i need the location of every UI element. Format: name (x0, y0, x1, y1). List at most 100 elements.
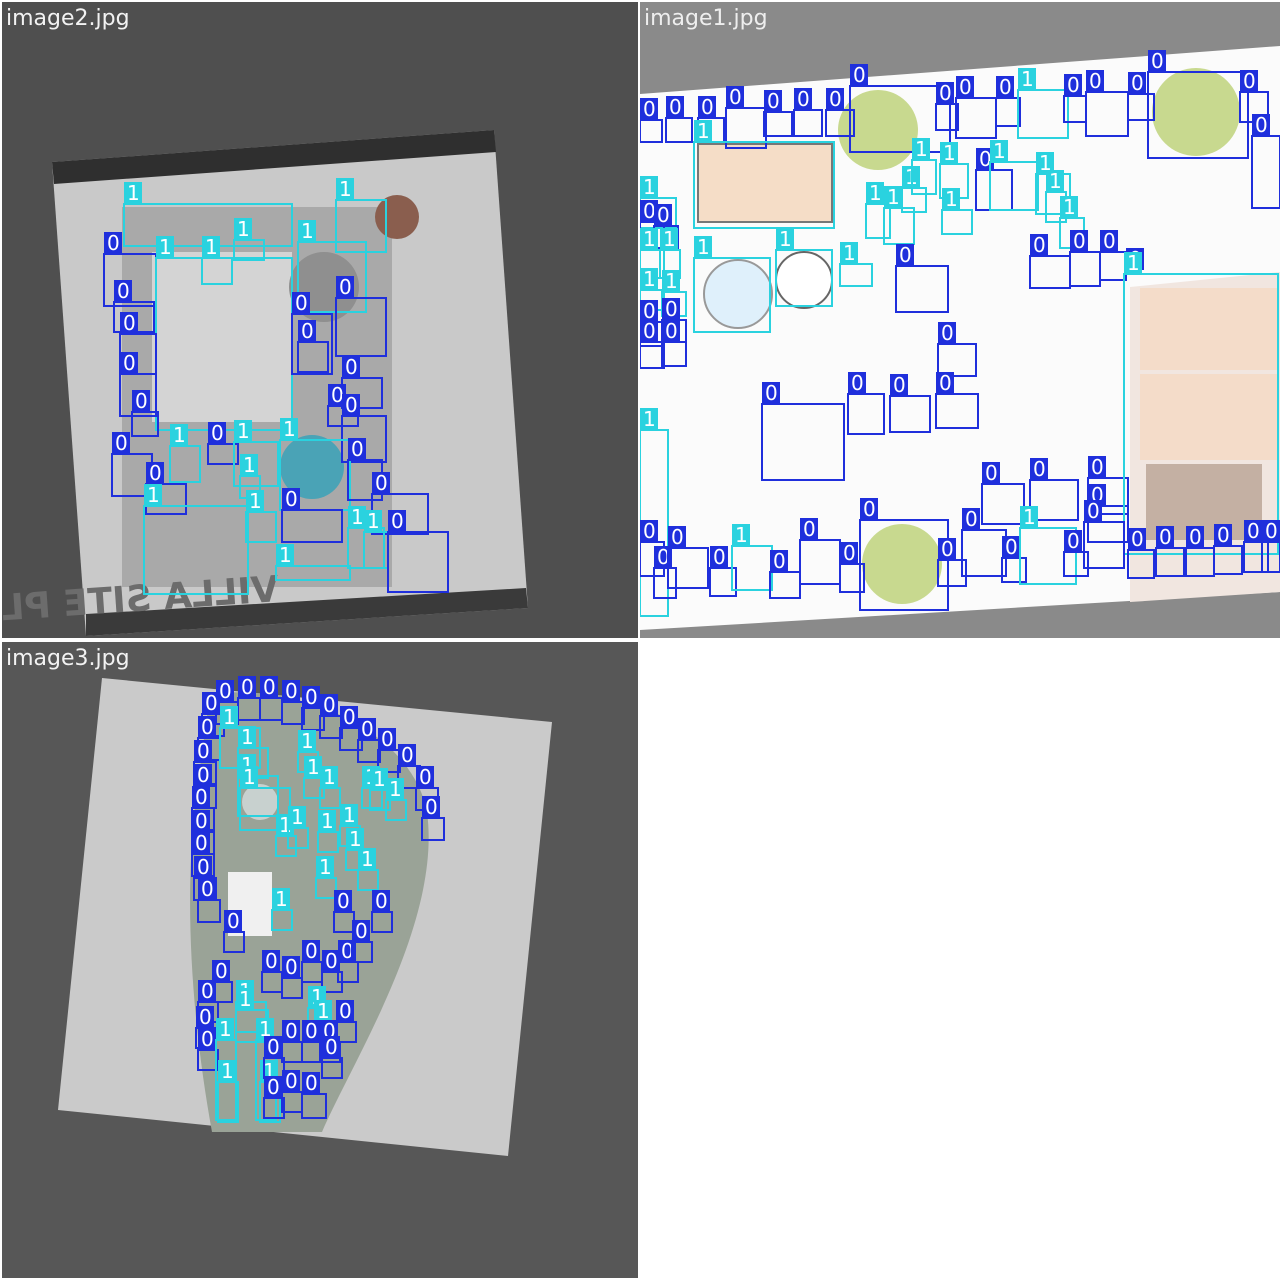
class-label-text: 1 (219, 1017, 232, 1041)
class-label-text: 0 (345, 393, 358, 417)
class-label-text: 1 (1127, 251, 1140, 275)
class-label-text: 0 (1005, 535, 1018, 559)
class-label-text: 1 (173, 423, 186, 447)
class-label-text: 0 (899, 243, 912, 267)
tile-title: image3.jpg (6, 646, 130, 671)
class-label-text: 0 (765, 381, 778, 405)
class-label-text: 1 (159, 235, 172, 259)
class-label-text: 0 (671, 525, 684, 549)
class-label-text: 0 (195, 831, 208, 855)
tile-title: image1.jpg (644, 6, 768, 31)
class-label-text: 0 (339, 999, 352, 1023)
class-label-text: 0 (201, 1027, 214, 1051)
class-label-text: 0 (893, 373, 906, 397)
class-label-text: 0 (1131, 527, 1144, 551)
class-label-text: 0 (345, 355, 358, 379)
class-label-text: 0 (1089, 69, 1102, 93)
class-label-text: 0 (267, 1035, 280, 1059)
class-label-text: 0 (343, 705, 356, 729)
class-label-text: 0 (305, 1019, 318, 1043)
class-label-text: 0 (419, 765, 432, 789)
class-label-text: 0 (959, 75, 972, 99)
class-label-text: 1 (349, 827, 362, 851)
class-label-text: 0 (123, 311, 136, 335)
class-label-text: 1 (237, 419, 250, 443)
class-label-text: 1 (643, 175, 656, 199)
class-label-text: 1 (301, 219, 314, 243)
class-label-text: 1 (389, 777, 402, 801)
class-label-text: 1 (373, 767, 386, 791)
class-label-text: 0 (305, 939, 318, 963)
tile-image2: image2.jpg VILLA SITE PLAN 1101111000000… (2, 2, 638, 638)
class-label-text: 0 (305, 1071, 318, 1095)
class-label-text: 1 (243, 453, 256, 477)
class-label-text: 1 (643, 407, 656, 431)
class-label-text: 0 (267, 1075, 280, 1099)
class-label-text: 0 (201, 715, 214, 739)
class-label-text: 0 (939, 81, 952, 105)
class-label-text: 1 (343, 803, 356, 827)
class-label-text: 0 (851, 371, 864, 395)
class-label-text: 0 (999, 75, 1012, 99)
class-label-text: 1 (339, 177, 352, 201)
class-label-text: 1 (1049, 169, 1062, 193)
class-label-text: 0 (201, 979, 214, 1003)
class-label-text: 1 (643, 227, 656, 251)
tile-image1: image1.jpg 00000000000100000011001111000… (640, 2, 1280, 638)
class-label-text: 0 (241, 675, 254, 699)
class-label-text: 0 (1033, 457, 1046, 481)
class-label-text: 1 (663, 227, 676, 251)
class-label-text: 0 (797, 87, 810, 111)
class-label-text: 0 (355, 919, 368, 943)
class-label-text: 1 (205, 235, 218, 259)
class-label-text: 0 (985, 461, 998, 485)
landscape-plan-image: 0000000000000000000001111111111111111110… (58, 675, 552, 1156)
class-label-text: 0 (375, 471, 388, 495)
class-label-text: 0 (263, 675, 276, 699)
class-label-text: 1 (1063, 195, 1076, 219)
class-label-text: 0 (1067, 73, 1080, 97)
class-label-text: 1 (127, 181, 140, 205)
class-label-text: 0 (941, 537, 954, 561)
class-label-text: 0 (939, 371, 952, 395)
class-label-text: 1 (779, 227, 792, 251)
class-label-text: 1 (243, 765, 256, 789)
class-label-text: 1 (283, 417, 296, 441)
class-label-text: 0 (713, 545, 726, 569)
class-label-text: 0 (325, 1035, 338, 1059)
class-label-text: 0 (107, 231, 120, 255)
class-label-text: 0 (657, 203, 670, 227)
class-label-text: 1 (351, 505, 364, 529)
class-label-text: 1 (945, 187, 958, 211)
class-label-text: 0 (149, 461, 162, 485)
class-label-text: 1 (843, 241, 856, 265)
class-label-text: 0 (197, 855, 210, 879)
class-label-text: 0 (285, 955, 298, 979)
class-label-text: 0 (219, 679, 232, 703)
class-label-text: 0 (351, 437, 364, 461)
class-label-text: 0 (197, 763, 210, 787)
class-label-text: 0 (843, 541, 856, 565)
class-label-text: 1 (237, 217, 250, 241)
class-label-text: 1 (367, 509, 380, 533)
class-label-text: 0 (701, 95, 714, 119)
class-label-text: 0 (123, 351, 136, 375)
class-label-text: 0 (331, 383, 344, 407)
class-label-text: 1 (307, 755, 320, 779)
class-label-text: 0 (1247, 519, 1260, 543)
class-label-text: 0 (375, 889, 388, 913)
class-label-text: 0 (215, 959, 228, 983)
class-label-text: 1 (361, 847, 374, 871)
class-label-text: 0 (729, 85, 742, 109)
class-label-text: 0 (1243, 69, 1256, 93)
class-label-text: 1 (223, 705, 236, 729)
class-label-text: 0 (391, 509, 404, 533)
class-label-text: 0 (201, 877, 214, 901)
class-label-text: 0 (425, 795, 438, 819)
class-label-text: 0 (265, 949, 278, 973)
class-label-text: 1 (1023, 505, 1036, 529)
class-label-text: 1 (697, 119, 710, 143)
class-label-text: 1 (221, 1059, 234, 1083)
class-label-text: 0 (211, 421, 224, 445)
class-label-text: 1 (279, 543, 292, 567)
